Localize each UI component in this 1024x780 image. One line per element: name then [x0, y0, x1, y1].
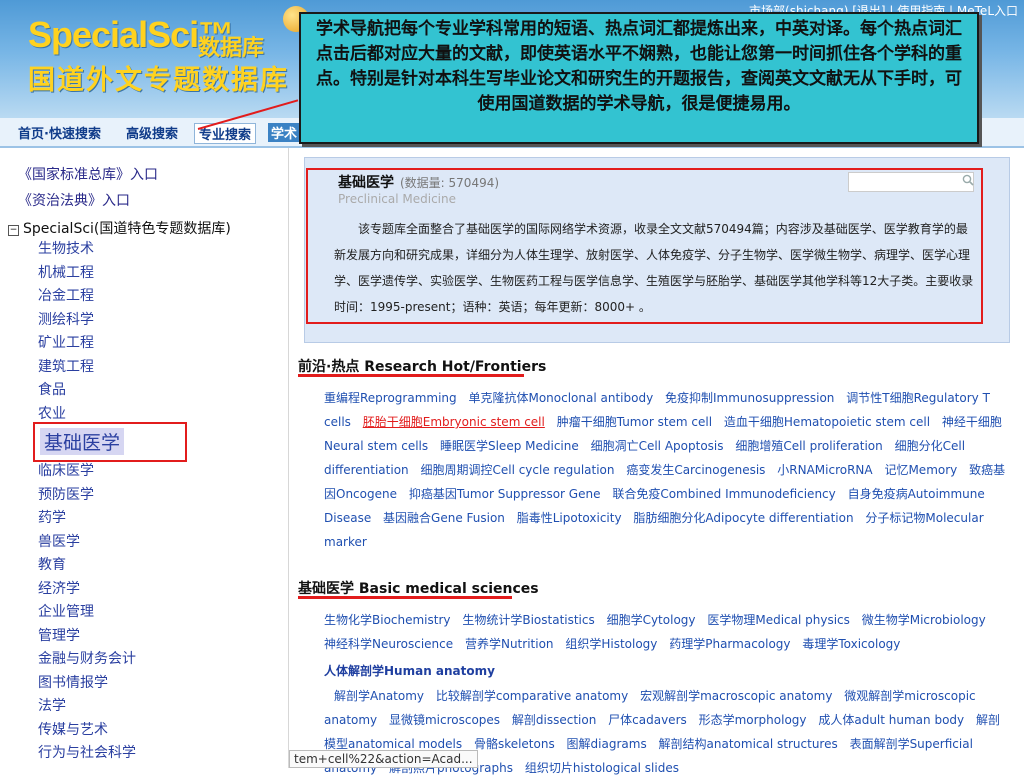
keyword-link[interactable]: 显微镜microscopes: [389, 713, 500, 727]
keyword-link[interactable]: 睡眠医学Sleep Medicine: [440, 439, 579, 453]
keyword-link[interactable]: 脂肪细胞分化Adipocyte differentiation: [633, 511, 853, 525]
keyword-link[interactable]: 形态学morphology: [699, 713, 807, 727]
sidebar-item-category[interactable]: 传媒与艺术: [38, 721, 108, 739]
sidebar-item-category[interactable]: 行为与社会科学: [38, 744, 136, 762]
sidebar-item-category[interactable]: 管理学: [38, 627, 80, 645]
keyword-link[interactable]: 小RNAMicroRNA: [777, 463, 872, 477]
sidebar-link-national-standards[interactable]: 《国家标准总库》入口: [18, 164, 158, 184]
keyword-link[interactable]: 生物统计学Biostatistics: [462, 613, 594, 627]
section-title-basic: 基础医学 Basic medical sciences: [298, 581, 539, 597]
database-english-title: Preclinical Medicine: [338, 192, 456, 206]
sidebar-item-category[interactable]: 教育: [38, 556, 66, 574]
keyword-link[interactable]: 细胞周期调控Cell cycle regulation: [420, 463, 614, 477]
sidebar-item-category[interactable]: 兽医学: [38, 533, 80, 551]
basic-keyword-list: 生物化学Biochemistry 生物统计学Biostatistics 细胞学C…: [324, 608, 1008, 656]
sidebar-item-category[interactable]: 农业: [38, 405, 66, 423]
keyword-link[interactable]: 胚胎干细胞Embryonic stem cell: [363, 415, 545, 429]
tree-root[interactable]: − SpecialSci(国道特色专题数据库): [8, 218, 231, 238]
keyword-link[interactable]: 毒理学Toxicology: [802, 637, 900, 651]
keyword-link[interactable]: 脂毒性Lipotoxicity: [517, 511, 622, 525]
keyword-link[interactable]: 联合免疫Combined Immunodeficiency: [612, 487, 835, 501]
keyword-link[interactable]: 细胞凋亡Cell Apoptosis: [591, 439, 724, 453]
sidebar-item-category[interactable]: 企业管理: [38, 603, 94, 621]
keyword-link[interactable]: 组织学Histology: [565, 637, 657, 651]
section-title-hot: 前沿·热点 Research Hot/Frontiers: [298, 359, 547, 375]
keyword-link[interactable]: 记忆Memory: [884, 463, 957, 477]
hot-keyword-list: 重编程Reprogramming 单克隆抗体Monoclonal antibod…: [324, 386, 1008, 554]
keyword-link[interactable]: 解剖dissection: [512, 713, 596, 727]
keyword-link[interactable]: 神经科学Neuroscience: [324, 637, 453, 651]
keyword-link[interactable]: 宏观解剖学macroscopic anatomy: [640, 689, 832, 703]
nav-academic-tab[interactable]: 学术: [268, 123, 301, 142]
keyword-link[interactable]: 组织切片histological slides: [525, 761, 679, 775]
keyword-link[interactable]: 癌变发生Carcinogenesis: [626, 463, 765, 477]
database-title: 基础医学: [338, 175, 394, 191]
keyword-link[interactable]: 细胞增殖Cell proliferation: [735, 439, 882, 453]
status-bar-url: tem+cell%22&action=Acad...: [289, 750, 478, 768]
sidebar-item-category[interactable]: 预防医学: [38, 486, 94, 504]
keyword-link[interactable]: 解剖学Anatomy: [334, 689, 424, 703]
sidebar-link-law-code[interactable]: 《资治法典》入口: [18, 190, 130, 210]
callout-annotation: 学术导航把每个专业学科常用的短语、热点词汇都提炼出来，中英对译。每个热点词汇点击…: [299, 12, 979, 144]
keyword-link[interactable]: 抑癌基因Tumor Suppressor Gene: [409, 487, 601, 501]
sidebar-item-category[interactable]: 临床医学: [38, 462, 94, 480]
sidebar-item-category[interactable]: 金融与财务会计: [38, 650, 136, 668]
keyword-link[interactable]: 重编程Reprogramming: [324, 391, 457, 405]
keyword-link[interactable]: 造血干细胞Hematopoietic stem cell: [724, 415, 930, 429]
keyword-link[interactable]: 图解diagrams: [567, 737, 647, 751]
collapse-icon[interactable]: −: [8, 225, 19, 236]
section-underline-basic: [298, 596, 512, 599]
keyword-link[interactable]: 医学物理Medical physics: [707, 613, 850, 627]
sidebar-item-category[interactable]: 食品: [38, 381, 66, 399]
divider: [288, 148, 289, 768]
subheader-human-anatomy: 人体解剖学Human anatomy: [324, 664, 495, 678]
keyword-link[interactable]: 骨骼skeletons: [474, 737, 555, 751]
sidebar-item-category[interactable]: 测绘科学: [38, 311, 94, 329]
keyword-link[interactable]: 药理学Pharmacology: [669, 637, 790, 651]
keyword-link[interactable]: 尸体cadavers: [608, 713, 687, 727]
sidebar-item-selected[interactable]: 基础医学: [40, 428, 125, 455]
sidebar-item-category[interactable]: 机械工程: [38, 264, 94, 282]
keyword-link[interactable]: 成人体adult human body: [818, 713, 964, 727]
sidebar-item-category[interactable]: 经济学: [38, 580, 80, 598]
logo-cn-title: 国道外文专题数据库: [28, 65, 289, 96]
sidebar-item-category[interactable]: 法学: [38, 697, 66, 715]
sidebar-item-category[interactable]: 生物技术: [38, 240, 94, 258]
search-icon[interactable]: [962, 174, 974, 186]
sidebar-item-category[interactable]: 冶金工程: [38, 287, 94, 305]
sidebar-item-category[interactable]: 图书情报学: [38, 674, 108, 692]
keyword-link[interactable]: 比较解剖学comparative anatomy: [436, 689, 628, 703]
keyword-link[interactable]: 微生物学Microbiology: [862, 613, 986, 627]
sidebar-item-category[interactable]: 建筑工程: [38, 358, 94, 376]
keyword-link[interactable]: 免疫抑制Immunosuppression: [665, 391, 834, 405]
database-count: (数据量: 570494): [400, 176, 500, 190]
nav-advanced-search[interactable]: 高级搜索: [126, 123, 178, 142]
tree-root-label: SpecialSci(国道特色专题数据库): [23, 221, 231, 237]
keyword-link[interactable]: 解剖结构anatomical structures: [659, 737, 838, 751]
keyword-link[interactable]: 营养学Nutrition: [465, 637, 554, 651]
database-search-input[interactable]: [848, 172, 974, 192]
keyword-link[interactable]: 单克隆抗体Monoclonal antibody: [468, 391, 653, 405]
keyword-link[interactable]: 细胞学Cytology: [607, 613, 696, 627]
sidebar-item-category[interactable]: 矿业工程: [38, 334, 94, 352]
keyword-link[interactable]: 基因融合Gene Fusion: [383, 511, 505, 525]
keyword-link[interactable]: 生物化学Biochemistry: [324, 613, 451, 627]
section-underline-hot: [298, 374, 524, 377]
nav-home-quick-search[interactable]: 首页·快速搜索: [18, 123, 101, 142]
sidebar-item-category[interactable]: 药学: [38, 509, 66, 527]
database-description: 该专题库全面整合了基础医学的国际网络学术资源，收录全文文献570494篇；内容涉…: [334, 222, 974, 314]
keyword-link[interactable]: 肿瘤干细胞Tumor stem cell: [557, 415, 712, 429]
